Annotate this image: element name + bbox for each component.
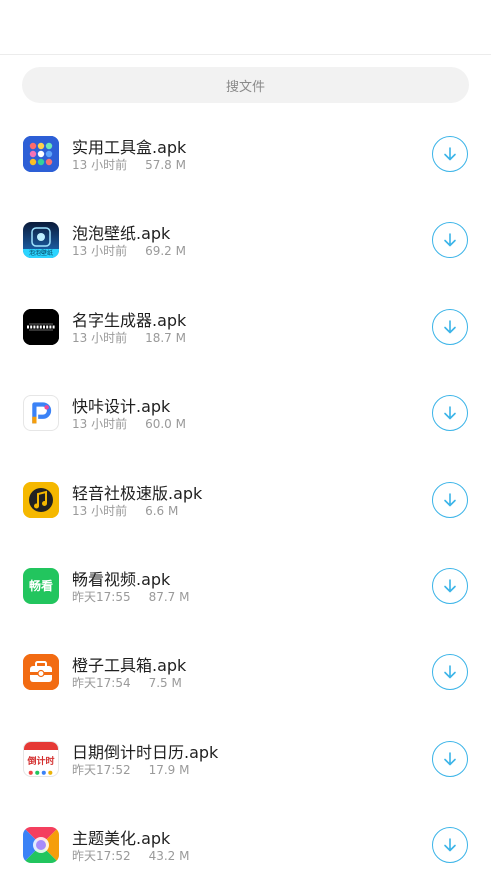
list-item[interactable]: 泡泡壁纸 泡泡壁纸.apk 13 小时前 69.2 M	[0, 200, 491, 286]
list-item[interactable]: 快咔设计.apk 13 小时前 60.0 M	[0, 373, 491, 459]
file-size: 6.6 M	[145, 503, 179, 518]
download-button[interactable]	[432, 308, 468, 345]
list-item[interactable]: 橙子工具箱.apk 昨天17:54 7.5 M	[0, 632, 491, 718]
download-button[interactable]	[432, 567, 468, 604]
file-size: 17.9 M	[148, 762, 190, 777]
orange-toolbox-icon	[23, 654, 59, 691]
file-meta: 13 小时前 69.2 M	[72, 242, 186, 259]
file-size: 7.5 M	[148, 676, 182, 691]
file-size: 87.7 M	[148, 589, 190, 604]
file-meta: 13 小时前 57.8 M	[72, 156, 186, 173]
file-list: 实用工具盒.apk 13 小时前 57.8 M 泡泡壁纸 泡泡壁纸.apk 13…	[0, 114, 491, 874]
toolbox-grid-icon	[23, 136, 59, 172]
file-size: 43.2 M	[148, 849, 190, 864]
file-time: 13 小时前	[72, 158, 128, 172]
file-size: 69.2 M	[145, 244, 186, 259]
file-meta: 13 小时前 60.0 M	[72, 415, 186, 432]
kuaika-p-logo-icon	[23, 395, 59, 432]
search-input[interactable]: 搜文件	[22, 67, 469, 103]
bubble-wallpaper-icon: 泡泡壁纸	[23, 222, 59, 259]
countdown-icon-text: 倒计时	[27, 757, 55, 768]
calendar-dots	[28, 770, 53, 775]
file-size: 60.0 M	[145, 417, 186, 432]
download-button[interactable]	[432, 481, 468, 518]
name-generator-icon	[23, 308, 59, 345]
file-meta: 昨天17:54 7.5 M	[72, 674, 182, 691]
download-button[interactable]	[432, 222, 468, 259]
download-arrow-icon	[444, 838, 456, 852]
list-item[interactable]: 实用工具盒.apk 13 小时前 57.8 M	[0, 114, 491, 200]
download-arrow-icon	[444, 147, 456, 161]
download-button[interactable]	[432, 654, 468, 691]
download-arrow-icon	[444, 492, 456, 506]
changkan-icon-text: 畅看	[28, 579, 53, 594]
file-time: 13 小时前	[72, 503, 128, 518]
file-meta: 昨天17:52 17.9 M	[72, 761, 189, 778]
file-name: 泡泡壁纸.apk	[72, 224, 171, 244]
file-time: 昨天17:54	[72, 676, 131, 691]
file-meta: 13 小时前 18.7 M	[72, 329, 186, 346]
file-name: 快咔设计.apk	[72, 397, 171, 417]
file-name: 日期倒计时日历.apk	[72, 742, 219, 762]
download-arrow-icon	[444, 751, 456, 766]
list-item[interactable]: 主题美化.apk 昨天17:52 43.2 M	[0, 805, 491, 874]
download-button[interactable]	[432, 740, 468, 777]
download-button[interactable]	[432, 395, 468, 432]
file-size: 57.8 M	[145, 158, 186, 172]
file-time: 昨天17:52	[72, 762, 131, 777]
file-meta: 昨天17:55 87.7 M	[72, 588, 189, 605]
list-item[interactable]: 倒计时 日期倒计时日历.apk 昨天17:52 17.9 M	[0, 719, 491, 805]
calendar-header	[24, 741, 58, 751]
list-item[interactable]: 畅看 畅看视频.apk 昨天17:55 87.7 M	[0, 546, 491, 632]
file-time: 13 小时前	[72, 244, 128, 259]
download-button[interactable]	[432, 136, 468, 172]
countdown-calendar-icon: 倒计时	[23, 740, 59, 777]
file-name: 畅看视频.apk	[72, 569, 171, 589]
download-arrow-icon	[444, 579, 456, 593]
file-name: 轻音社极速版.apk	[72, 483, 203, 503]
download-arrow-icon	[444, 319, 456, 334]
file-time: 13 小时前	[72, 330, 128, 345]
download-button[interactable]	[432, 827, 468, 864]
file-size: 18.7 M	[145, 330, 186, 345]
file-time: 昨天17:52	[72, 849, 131, 864]
bubble-wallpaper-icon-text: 泡泡壁纸	[28, 250, 53, 258]
file-time: 昨天17:55	[72, 589, 131, 604]
file-name: 橙子工具箱.apk	[72, 656, 187, 676]
download-arrow-icon	[444, 406, 456, 420]
list-item[interactable]: 轻音社极速版.apk 13 小时前 6.6 M	[0, 460, 491, 546]
changkan-video-icon: 畅看	[23, 567, 59, 604]
file-name: 主题美化.apk	[72, 829, 171, 849]
file-name: 名字生成器.apk	[72, 310, 187, 330]
download-arrow-icon	[444, 665, 456, 679]
theme-beautify-icon	[23, 827, 59, 864]
file-meta: 昨天17:52 43.2 M	[72, 847, 189, 864]
file-meta: 13 小时前 6.6 M	[72, 502, 178, 519]
search-placeholder: 搜文件	[225, 79, 265, 95]
list-item[interactable]: 名字生成器.apk 13 小时前 18.7 M	[0, 287, 491, 373]
download-arrow-icon	[444, 233, 456, 247]
music-note-icon	[23, 481, 59, 518]
file-name: 实用工具盒.apk	[72, 138, 187, 157]
search-container: 搜文件	[0, 55, 491, 103]
file-time: 13 小时前	[72, 417, 128, 432]
top-bar	[0, 0, 491, 55]
